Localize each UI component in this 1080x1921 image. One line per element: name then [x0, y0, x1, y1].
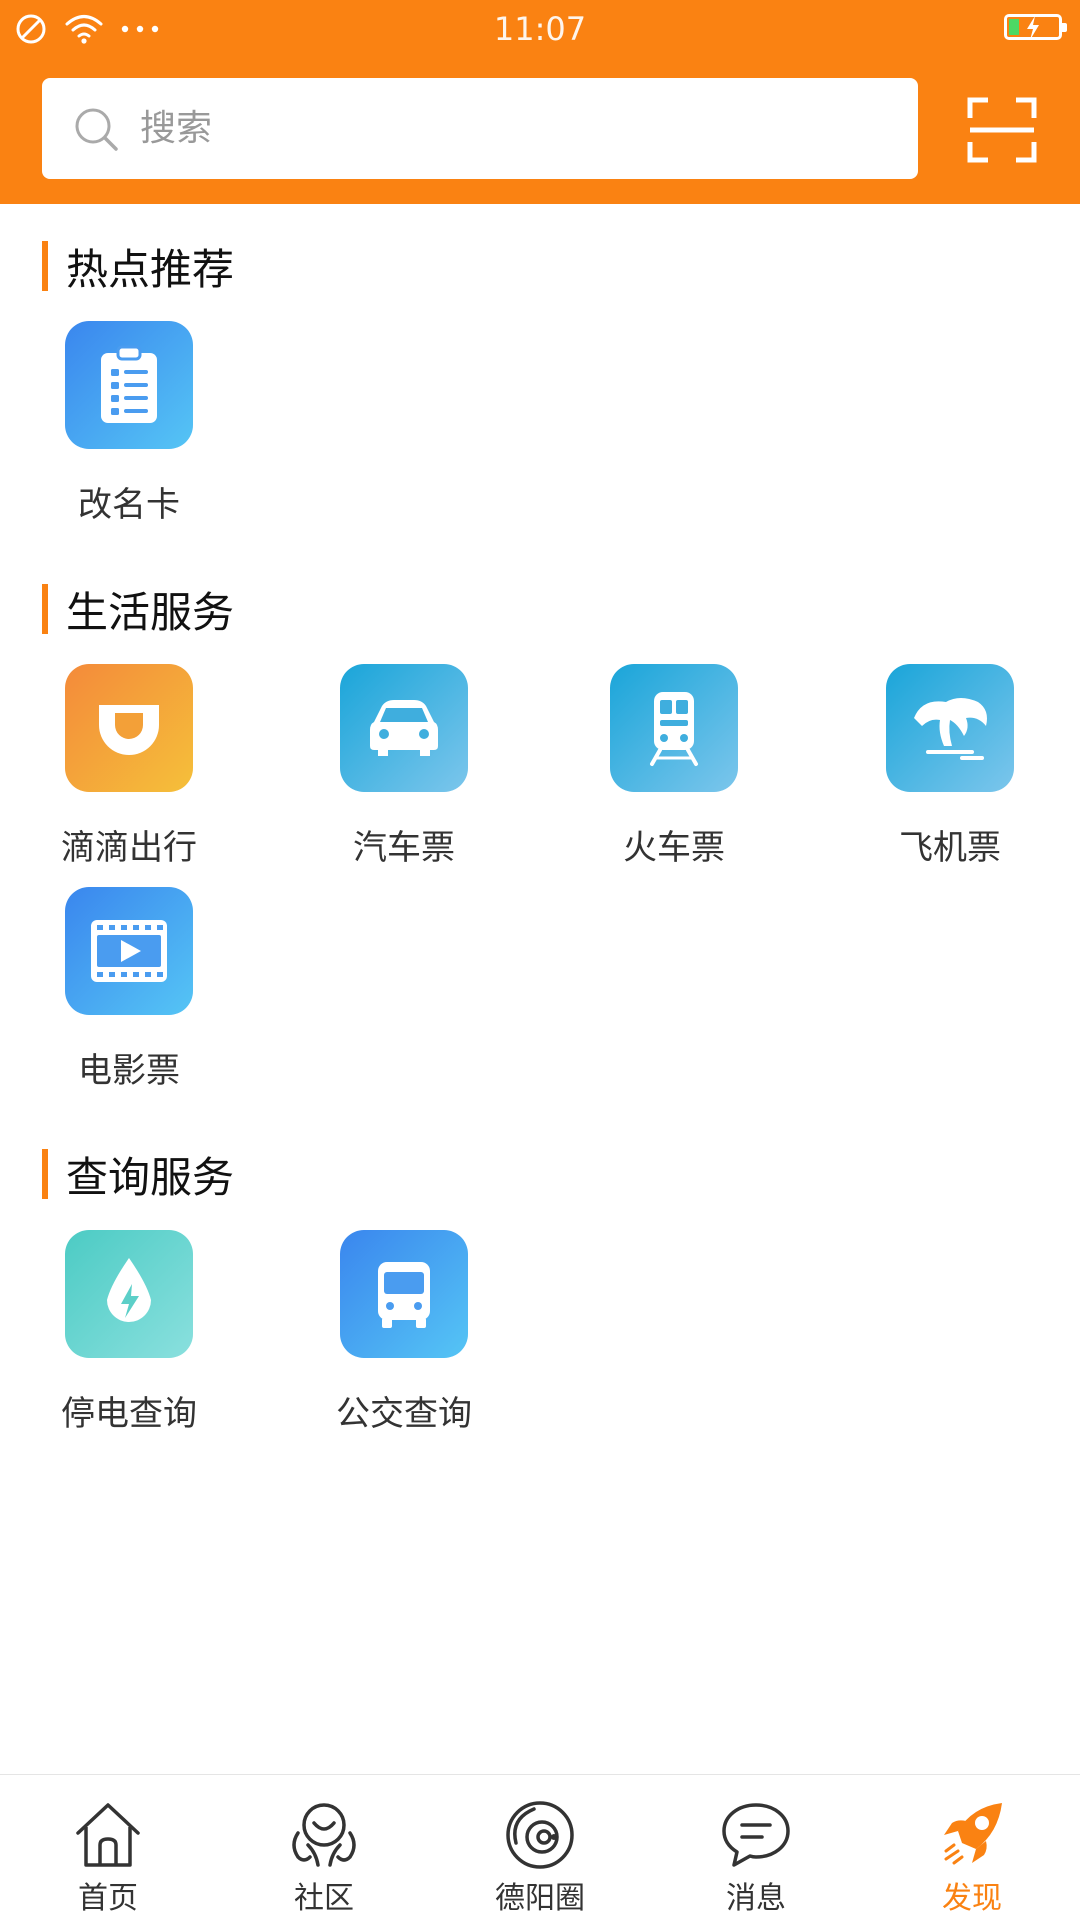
- status-time: 11:07: [493, 10, 587, 48]
- search-icon: [75, 108, 118, 151]
- tab-label: 首页: [78, 1881, 138, 1916]
- chat-bubble-icon: [722, 1803, 790, 1867]
- tab-home[interactable]: 首页: [0, 1775, 216, 1921]
- palm-beach-icon: [886, 664, 1014, 792]
- clipboard-list-icon: [65, 321, 193, 449]
- tab-community[interactable]: 社区: [216, 1775, 432, 1921]
- bus-icon: [340, 1230, 468, 1358]
- search-input[interactable]: [140, 98, 860, 159]
- rocket-icon: [944, 1803, 1002, 1865]
- section-title-hot: 热点推荐: [42, 240, 234, 294]
- tile-bus-ticket[interactable]: 汽车票: [304, 664, 504, 868]
- didi-icon: [65, 664, 193, 792]
- section-title-text: 查询服务: [66, 1152, 235, 1202]
- section-title-text: 热点推荐: [66, 244, 235, 294]
- search-bar[interactable]: [42, 78, 918, 179]
- tile-label: 公交查询: [336, 1394, 472, 1434]
- tile-label: 改名卡: [78, 485, 180, 525]
- section-title-life: 生活服务: [42, 583, 234, 637]
- tile-label: 滴滴出行: [61, 828, 197, 868]
- home-icon: [76, 1803, 140, 1867]
- bottom-tab-bar: 首页 社区 德阳圈 消息 发现: [0, 1774, 1080, 1920]
- section-title-query: 查询服务: [42, 1148, 234, 1202]
- section-accent-bar: [42, 241, 48, 291]
- section-accent-bar: [42, 584, 48, 634]
- tile-flight-ticket[interactable]: 飞机票: [850, 664, 1050, 868]
- status-bar: 11:07: [0, 0, 1080, 58]
- tile-power-outage[interactable]: 停电查询: [29, 1230, 229, 1434]
- tab-label: 发现: [942, 1881, 1002, 1916]
- scan-icon[interactable]: [966, 96, 1038, 164]
- planet-icon: [506, 1801, 574, 1869]
- car-icon: [340, 664, 468, 792]
- header: 11:07: [0, 0, 1080, 204]
- section-title-text: 生活服务: [66, 587, 235, 637]
- tab-deyang-circle[interactable]: 德阳圈: [432, 1775, 648, 1921]
- power-drop-icon: [65, 1230, 193, 1358]
- tab-label: 社区: [294, 1881, 354, 1916]
- film-icon: [65, 887, 193, 1015]
- tile-movie-ticket[interactable]: 电影票: [29, 887, 229, 1091]
- tab-discover[interactable]: 发现: [864, 1775, 1080, 1921]
- tile-train-ticket[interactable]: 火车票: [574, 664, 774, 868]
- battery-icon: [1004, 14, 1067, 40]
- tile-label: 停电查询: [61, 1394, 197, 1434]
- train-icon: [610, 664, 738, 792]
- tile-label: 汽车票: [353, 828, 455, 868]
- tile-label: 电影票: [78, 1051, 180, 1091]
- tab-messages[interactable]: 消息: [648, 1775, 864, 1921]
- tile-label: 火车票: [623, 828, 725, 868]
- tile-bus-query[interactable]: 公交查询: [304, 1230, 504, 1434]
- section-accent-bar: [42, 1149, 48, 1199]
- tab-label: 德阳圈: [495, 1881, 585, 1916]
- tile-didi[interactable]: 滴滴出行: [29, 664, 229, 868]
- tile-rename-card[interactable]: 改名卡: [29, 321, 229, 525]
- tab-label: 消息: [726, 1881, 786, 1916]
- tile-label: 飞机票: [899, 828, 1001, 868]
- community-icon: [292, 1803, 356, 1867]
